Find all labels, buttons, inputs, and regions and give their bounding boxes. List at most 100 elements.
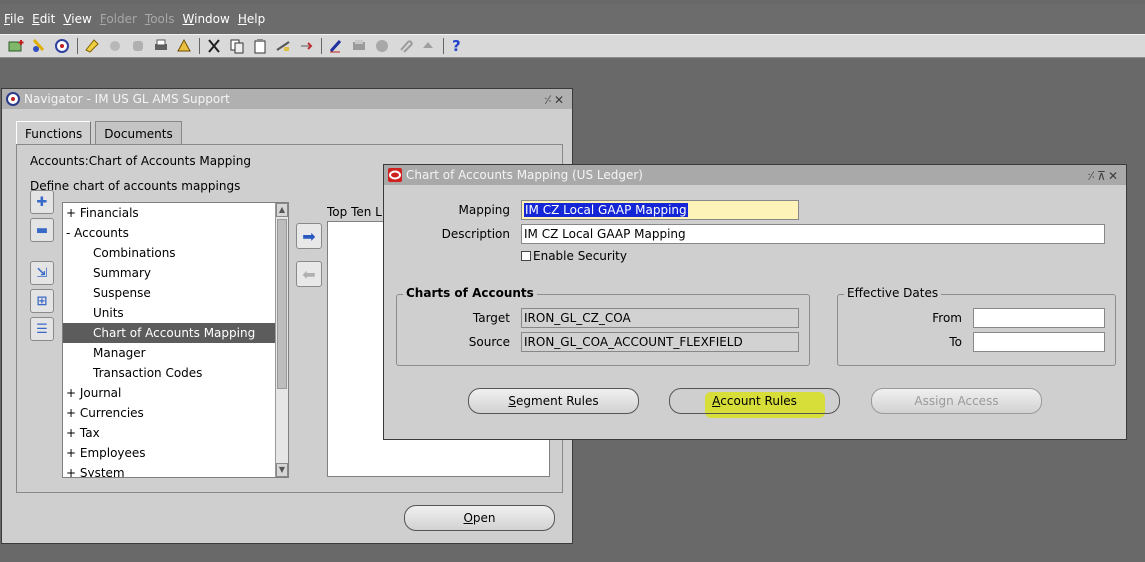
description-field[interactable]: IM CZ Local GAAP Mapping <box>521 224 1105 244</box>
translations-icon[interactable] <box>374 38 390 54</box>
folder-tools-icon[interactable] <box>420 38 436 54</box>
tree-item[interactable]: + Tax <box>63 423 288 443</box>
segment-rules-label: egment Rules <box>516 394 599 408</box>
mapping-titlebar: Chart of Accounts Mapping (US Ledger) ⸓⊼… <box>384 165 1126 185</box>
arrow-left-icon: ⬅ <box>302 264 316 284</box>
tree-item[interactable]: Manager <box>63 343 288 363</box>
segment-rules-mnemonic: S <box>508 394 517 408</box>
switch-responsibility-icon[interactable] <box>130 38 146 54</box>
minimize-icon[interactable]: ⸓ <box>544 93 554 107</box>
add-to-top-ten-button[interactable]: ➡ <box>296 223 322 249</box>
find-icon[interactable] <box>31 38 47 54</box>
menu-label: ile <box>10 12 25 26</box>
maximize-icon[interactable]: ⊼ <box>1097 169 1108 183</box>
remove-from-top-ten-button[interactable]: ⬅ <box>296 261 322 287</box>
close-icon[interactable]: ✕ <box>554 93 566 107</box>
function-path: Accounts:Chart of Accounts Mapping <box>30 154 251 168</box>
tree-item[interactable]: + Currencies <box>63 403 288 423</box>
menu-view[interactable]: View <box>63 12 91 26</box>
scroll-up-icon[interactable]: ▲ <box>276 203 288 217</box>
cut-icon[interactable] <box>206 38 222 54</box>
save-icon[interactable] <box>84 38 100 54</box>
open-button[interactable]: Open <box>404 505 555 531</box>
toolbar: ? <box>0 34 1145 58</box>
mapping-window: Chart of Accounts Mapping (US Ledger) ⸓⊼… <box>383 164 1127 440</box>
tree-item[interactable]: + System <box>63 463 288 477</box>
mapping-label: Mapping <box>458 203 511 217</box>
menu-mnemonic: H <box>237 12 247 26</box>
help-icon[interactable]: ? <box>452 37 461 55</box>
next-step-icon[interactable] <box>107 38 123 54</box>
scroll-down-icon[interactable]: ▼ <box>276 463 288 477</box>
edit-field-icon[interactable] <box>328 38 344 54</box>
expand-all-branches-button[interactable]: ⊞ <box>30 289 54 313</box>
delete-record-icon[interactable] <box>298 38 314 54</box>
zoom-icon[interactable] <box>351 38 367 54</box>
mapping-field[interactable]: IM CZ Local GAAP Mapping <box>521 200 799 220</box>
clear-record-icon[interactable] <box>275 38 291 54</box>
tree-item[interactable]: Chart of Accounts Mapping <box>63 323 288 343</box>
minus-icon: ▬ <box>35 222 49 238</box>
target-field[interactable]: IRON_GL_CZ_COA <box>521 308 799 328</box>
collapse-all-button[interactable]: ☰ <box>30 317 54 341</box>
source-field[interactable]: IRON_GL_COA_ACCOUNT_FLEXFIELD <box>521 332 799 352</box>
function-tree[interactable]: + Financials - Accounts Combinations Summar… <box>62 202 289 478</box>
account-rules-button[interactable]: Account Rules <box>669 388 840 414</box>
navigator-tabs: Functions Documents <box>16 121 186 145</box>
menu-bar: File Edit View Folder Tools Window Help <box>0 4 1145 34</box>
tree-item[interactable]: + Financials <box>63 203 288 223</box>
expand-all-button[interactable]: ⇲ <box>30 261 54 285</box>
segment-rules-button[interactable]: Segment Rules <box>468 388 639 414</box>
toolbar-separator <box>443 38 444 54</box>
tree-item[interactable]: + Employees <box>63 443 288 463</box>
attachments-icon[interactable] <box>397 38 413 54</box>
navigator-logo-icon <box>6 92 20 106</box>
enable-security-checkbox[interactable] <box>521 251 531 261</box>
toolbar-separator <box>199 38 200 54</box>
open-button-label: pen <box>472 511 496 525</box>
from-date-field[interactable] <box>973 308 1105 328</box>
print-icon[interactable] <box>153 38 169 54</box>
scroll-thumb[interactable] <box>277 219 287 389</box>
close-form-icon[interactable] <box>176 38 192 54</box>
paste-icon[interactable] <box>252 38 268 54</box>
window-controls: ⸓✕ <box>544 91 566 108</box>
menu-folder[interactable]: Folder <box>100 12 137 26</box>
tree-item[interactable]: Combinations <box>63 243 288 263</box>
tab-documents[interactable]: Documents <box>95 121 182 145</box>
menu-label: elp <box>246 12 266 26</box>
menu-help[interactable]: Help <box>238 12 265 26</box>
tree-item[interactable]: Summary <box>63 263 288 283</box>
collapse-all-icon: ☰ <box>36 321 48 337</box>
tab-functions[interactable]: Functions <box>16 121 92 145</box>
tree-item[interactable]: Suspense <box>63 283 288 303</box>
close-icon[interactable]: ✕ <box>1108 169 1120 183</box>
expand-branch-button[interactable]: ✚ <box>30 190 54 214</box>
menu-label: ools <box>150 12 175 26</box>
collapse-branch-button[interactable]: ▬ <box>30 218 54 242</box>
tree-scrollbar[interactable]: ▲ ▼ <box>275 203 288 477</box>
effective-dates-title: Effective Dates <box>844 286 942 300</box>
menu-tools[interactable]: Tools <box>145 12 175 26</box>
menu-edit[interactable]: Edit <box>32 12 55 26</box>
new-icon[interactable] <box>8 38 24 54</box>
assign-access-button[interactable]: Assign Access <box>871 388 1042 414</box>
minimize-icon[interactable]: ⸓ <box>1087 169 1097 183</box>
to-date-field[interactable] <box>973 332 1105 352</box>
navigator-icon[interactable] <box>54 38 70 54</box>
tree-item[interactable]: Units <box>63 303 288 323</box>
tree-item[interactable]: - Accounts <box>63 223 288 243</box>
tree-item[interactable]: Transaction Codes <box>63 363 288 383</box>
target-label: Target <box>472 311 510 325</box>
to-label: To <box>949 335 962 349</box>
expand-all-icon: ⇲ <box>36 265 48 281</box>
menu-file[interactable]: File <box>4 12 24 26</box>
tree-item[interactable]: + Journal <box>63 383 288 403</box>
menu-label: dit <box>39 12 56 26</box>
arrow-right-icon: ➡ <box>302 226 316 246</box>
mapping-value: IM CZ Local GAAP Mapping <box>524 203 688 217</box>
copy-icon[interactable] <box>229 38 245 54</box>
charts-of-accounts-title: Charts of Accounts <box>403 286 537 300</box>
expand-tree-icon: ⊞ <box>36 293 48 309</box>
menu-window[interactable]: Window <box>183 12 230 26</box>
